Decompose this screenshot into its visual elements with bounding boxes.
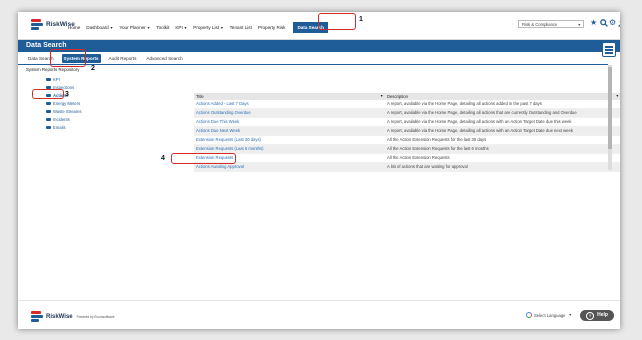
help-button[interactable]: ? Help bbox=[580, 310, 614, 321]
powered-by: Powered by Ecomsoftware bbox=[76, 314, 115, 319]
nav-tenant-list[interactable]: Tenant List bbox=[230, 25, 252, 30]
search-icon[interactable] bbox=[600, 19, 608, 29]
category-select-value: Risk & Compliance bbox=[522, 22, 558, 27]
report-link[interactable]: Extension Requests (Last 6 months) bbox=[196, 145, 264, 153]
chevron-down-icon[interactable]: ▼ bbox=[184, 26, 188, 30]
table-header: Title ▼ Description ▼ bbox=[194, 93, 620, 100]
report-description: A report, available via the Home Page, d… bbox=[387, 101, 542, 106]
nav-property-list[interactable]: Property List bbox=[193, 25, 219, 30]
footer-logo: RiskWise Powered by Ecomsoftware bbox=[31, 311, 115, 322]
chevron-down-icon[interactable]: ▼ bbox=[220, 26, 224, 30]
help-label: Help bbox=[597, 312, 608, 318]
report-link[interactable]: Actions Added - Last 7 Days bbox=[196, 100, 249, 108]
table-row[interactable]: Extension Requests (Last 30 days) All the… bbox=[194, 136, 620, 145]
folder-icon bbox=[46, 102, 51, 106]
gear-icon[interactable]: ⚙ bbox=[609, 19, 616, 27]
report-description: All the Action Extension Requests bbox=[387, 155, 450, 160]
app-window: RiskWise Home Dashboard ▼ Your Planner ▼ T… bbox=[18, 12, 620, 329]
highlight-actions-awaiting-approval bbox=[171, 153, 236, 164]
column-description[interactable]: Description bbox=[387, 93, 408, 100]
folder-icon bbox=[46, 78, 51, 82]
report-description: A report, available via the Home Page, d… bbox=[387, 110, 577, 115]
report-link[interactable]: Extension Requests (Last 30 days) bbox=[196, 136, 261, 144]
chevron-down-icon: ▼ bbox=[577, 23, 581, 27]
table-row[interactable]: Extension Requests All the Action Extensi… bbox=[194, 154, 620, 163]
nav-dashboard[interactable]: Dashboard bbox=[86, 25, 108, 30]
report-description: All the Action Extension Requests for th… bbox=[387, 146, 489, 151]
table-row[interactable]: Actions Awaiting Approval A list of actio… bbox=[194, 163, 620, 172]
nav-your-planner[interactable]: Your Planner bbox=[119, 25, 145, 30]
tree-item-incidents[interactable]: Incidents bbox=[46, 116, 81, 124]
riskwise-logo-icon bbox=[31, 19, 43, 30]
vertical-scrollbar[interactable] bbox=[608, 65, 612, 170]
repository-title: System Reports Repository bbox=[26, 67, 80, 72]
chevron-down-icon: ▼ bbox=[568, 313, 572, 317]
footer: RiskWise Powered by Ecomsoftware Select … bbox=[18, 300, 620, 329]
table-row[interactable]: Actions Due Next Week A report, available… bbox=[194, 127, 620, 136]
nav-property-risk[interactable]: Property Risk bbox=[258, 25, 286, 30]
table-row[interactable]: Actions Outstanding Overdue A report, ava… bbox=[194, 109, 620, 118]
chevron-down-icon[interactable]: ▼ bbox=[147, 26, 151, 30]
category-select[interactable]: Risk & Compliance ▼ bbox=[518, 20, 584, 28]
language-select-label: Select Language bbox=[534, 312, 566, 318]
sort-icon[interactable]: ▼ bbox=[380, 93, 383, 100]
highlight-data-search bbox=[318, 13, 356, 30]
nav-home[interactable]: Home bbox=[68, 25, 80, 30]
tree-item-emails[interactable]: Emails bbox=[46, 124, 81, 132]
reports-table: Title ▼ Description ▼ Actions Added - La… bbox=[194, 93, 620, 172]
report-link[interactable]: Actions Due Next Week bbox=[196, 127, 240, 135]
report-link[interactable]: Actions Due This Week bbox=[196, 118, 239, 126]
table-row[interactable]: Actions Added - Last 7 Days A report, ava… bbox=[194, 100, 620, 109]
sort-icon[interactable]: ▼ bbox=[616, 93, 619, 100]
tree-item-kpi[interactable]: KPI bbox=[46, 76, 81, 84]
page-header: Data Search bbox=[18, 40, 620, 57]
report-link[interactable]: Actions Awaiting Approval bbox=[196, 163, 244, 171]
report-description: A list of actions that are waiting for a… bbox=[387, 164, 468, 169]
question-icon: ? bbox=[586, 311, 595, 320]
nav-kpi[interactable]: KPI bbox=[175, 25, 182, 30]
report-tabs: Data Search System Reports Audit Reports… bbox=[18, 52, 608, 65]
report-tree: KPI Inspections Actions Energy Meters Wa… bbox=[46, 76, 81, 132]
scrollbar-thumb[interactable] bbox=[608, 67, 612, 149]
report-link[interactable]: Actions Outstanding Overdue bbox=[196, 109, 251, 117]
tree-item-energy-meters[interactable]: Energy Meters bbox=[46, 100, 81, 108]
star-icon[interactable]: ★ bbox=[590, 19, 597, 27]
folder-icon bbox=[46, 110, 51, 114]
footer-brand-name: RiskWise bbox=[46, 313, 73, 320]
report-description: A report, available via the Home Page, d… bbox=[387, 119, 572, 124]
step-number-4: 4 bbox=[161, 155, 165, 162]
highlight-actions bbox=[32, 89, 64, 99]
user-icon[interactable] bbox=[618, 19, 620, 29]
folder-icon bbox=[46, 118, 51, 122]
report-description: All the Action Extension Requests for th… bbox=[387, 137, 487, 142]
report-description: A report, available via the Home Page, d… bbox=[387, 128, 573, 133]
chevron-down-icon[interactable]: ▼ bbox=[110, 26, 114, 30]
tab-audit-reports[interactable]: Audit Reports bbox=[107, 54, 139, 63]
tab-advanced-search[interactable]: Advanced Search bbox=[144, 54, 184, 63]
main-nav: Home Dashboard ▼ Your Planner ▼ Toolkit KP… bbox=[68, 22, 334, 33]
table-row[interactable]: Extension Requests (Last 6 months) All th… bbox=[194, 145, 620, 154]
tree-item-waste-streams[interactable]: Waste Streams bbox=[46, 108, 81, 116]
step-number-1: 1 bbox=[359, 16, 363, 23]
highlight-system-reports bbox=[50, 49, 86, 67]
google-icon bbox=[526, 312, 532, 318]
table-row[interactable]: Actions Due This Week A report, available… bbox=[194, 118, 620, 127]
folder-icon bbox=[46, 126, 51, 130]
page-title: Data Search bbox=[26, 42, 67, 49]
nav-toolkit[interactable]: Toolkit bbox=[156, 25, 169, 30]
language-select[interactable]: Select Language ▼ bbox=[526, 312, 572, 318]
step-number-2: 2 bbox=[91, 65, 95, 72]
step-number-3: 3 bbox=[65, 91, 69, 98]
column-title[interactable]: Title bbox=[196, 93, 204, 100]
riskwise-logo-icon bbox=[31, 311, 43, 322]
